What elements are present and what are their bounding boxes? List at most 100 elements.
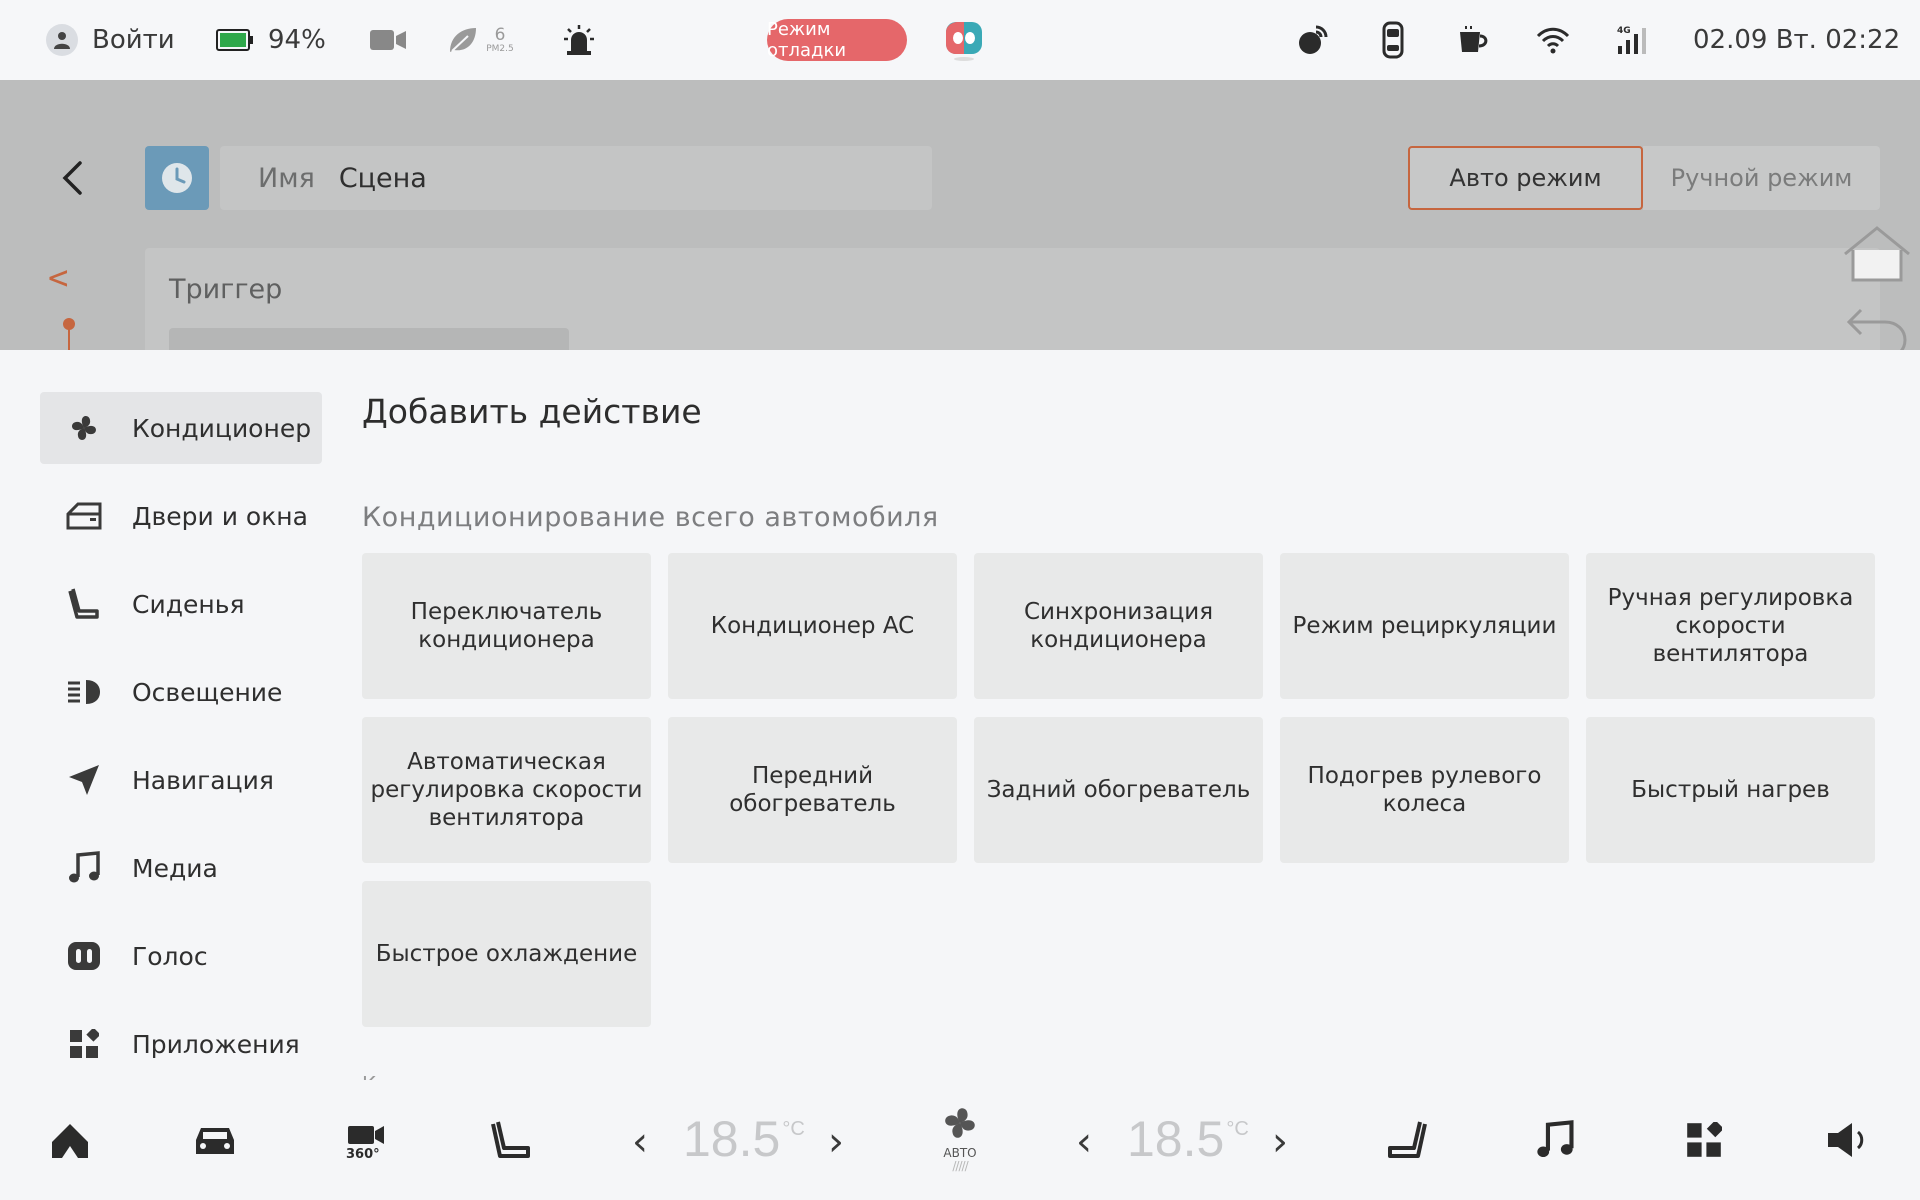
camera-360-icon: 360° <box>346 1126 384 1160</box>
dock-volume-button[interactable] <box>1816 1110 1880 1170</box>
fan-level-indicator: ///// <box>952 1159 968 1173</box>
category-sidebar: Кондиционер Двери и окна Сиденья Освещен… <box>40 392 322 1080</box>
dock-apps-button[interactable] <box>1672 1110 1736 1170</box>
dock-music-button[interactable] <box>1523 1110 1587 1170</box>
sidebar-item-label: Медиа <box>132 853 218 883</box>
trigger-selector[interactable] <box>169 328 569 350</box>
section-title: Кондиционирование всего автомобиля <box>362 502 939 533</box>
assistant-avatar-icon[interactable] <box>942 0 986 80</box>
sidebar-item-label: Сиденья <box>132 589 245 619</box>
collapse-arrow[interactable]: < <box>48 258 68 298</box>
sidebar-item-media[interactable]: Медиа <box>40 832 322 904</box>
status-bar: Войти 94% 6 PM2.5 Режим отладки 4G 02.09… <box>0 0 1920 80</box>
sidebar-item-voice[interactable]: Голос <box>40 920 322 992</box>
scene-name-value: Сцена <box>338 162 427 194</box>
svg-text:4G: 4G <box>1617 26 1631 36</box>
scene-name-label: Имя <box>258 162 315 194</box>
connected-device-icon[interactable] <box>1296 0 1330 80</box>
action-card-ac-switch[interactable]: Переключатель кондиционера <box>362 553 651 699</box>
home-float-button[interactable] <box>1840 222 1914 286</box>
seat-icon <box>66 586 102 622</box>
dashcam-icon[interactable] <box>370 0 406 80</box>
bottom-dock: 360° ‹ 18.5 °C › АВТО ///// ‹ 18.5 °C › <box>0 1080 1920 1200</box>
right-temp-decrease-button[interactable]: ‹ <box>1066 1110 1102 1174</box>
trigger-label: Триггер <box>169 274 283 305</box>
pm25-value: 6 <box>494 25 506 45</box>
sidebar-item-climate[interactable]: Кондиционер <box>40 392 322 464</box>
datetime-text: 02.09 Вт. 02:22 <box>1693 25 1901 55</box>
scene-clock-icon[interactable] <box>145 146 209 210</box>
action-card-manual-fan-speed[interactable]: Ручная регулировка скорости вентилятора <box>1586 553 1875 699</box>
coffee-icon[interactable] <box>1456 0 1490 80</box>
sidebar-item-doors-windows[interactable]: Двери и окна <box>40 480 322 552</box>
car-icon <box>196 1128 234 1154</box>
action-card-quick-heat[interactable]: Быстрый нагрев <box>1586 717 1875 863</box>
car-door-status-icon[interactable] <box>1378 0 1408 80</box>
manual-mode-tab[interactable]: Ручной режим <box>1643 146 1880 210</box>
apps-icon <box>1687 1122 1722 1157</box>
left-temp-unit: °C <box>782 1118 805 1140</box>
navigation-icon <box>66 762 102 798</box>
right-temp-value: 18.5 <box>1127 1111 1225 1167</box>
timeline-line <box>68 328 70 350</box>
passenger-seat-icon <box>1388 1121 1427 1158</box>
volume-icon <box>1828 1123 1864 1157</box>
fan-mode-label: АВТО <box>943 1146 977 1160</box>
action-card-steering-wheel-heat[interactable]: Подогрев рулевого колеса <box>1280 717 1569 863</box>
clock-datetime: 02.09 Вт. 02:22 <box>1693 0 1900 80</box>
dock-driver-seat-button[interactable] <box>480 1110 544 1170</box>
apps-icon <box>66 1026 102 1062</box>
trigger-card[interactable]: Триггер <box>145 248 1880 350</box>
chevron-left-icon <box>62 161 82 195</box>
battery-status: 94% <box>216 0 326 80</box>
action-card-rear-defroster[interactable]: Задний обогреватель <box>974 717 1263 863</box>
panel-title: Добавить действие <box>362 392 702 431</box>
action-card-ac-sync[interactable]: Синхронизация кондиционера <box>974 553 1263 699</box>
login-button[interactable]: Войти <box>46 0 175 80</box>
pm25-readout: 6 PM2.5 <box>485 26 515 54</box>
left-temp-value: 18.5 <box>683 1111 781 1167</box>
action-card-auto-fan-speed[interactable]: Автоматическая регулировка скорости вент… <box>362 717 651 863</box>
battery-icon <box>216 29 254 51</box>
svg-text:360°: 360° <box>346 1147 380 1160</box>
right-temperature[interactable]: 18.5 °C <box>1127 1110 1249 1174</box>
seat-icon <box>491 1121 530 1158</box>
left-temperature[interactable]: 18.5 °C <box>683 1110 805 1174</box>
music-icon <box>1537 1120 1574 1158</box>
next-section-title-peek: К <box>362 1072 382 1080</box>
sidebar-item-label: Приложения <box>132 1029 300 1059</box>
dock-passenger-seat-button[interactable] <box>1374 1110 1438 1170</box>
right-temp-unit: °C <box>1226 1118 1249 1140</box>
action-card-front-defroster[interactable]: Передний обогреватель <box>668 717 957 863</box>
battery-percent: 94% <box>268 25 326 55</box>
left-temp-increase-button[interactable]: › <box>818 1110 854 1174</box>
login-label: Войти <box>92 25 175 55</box>
action-card-quick-cool[interactable]: Быстрое охлаждение <box>362 881 651 1027</box>
auto-mode-tab[interactable]: Авто режим <box>1408 146 1643 210</box>
map-home-icon <box>52 1124 88 1158</box>
headlight-icon <box>66 674 102 710</box>
scene-name-field[interactable]: Имя Сцена <box>220 146 932 210</box>
action-card-ac[interactable]: Кондиционер AC <box>668 553 957 699</box>
debug-mode-badge[interactable]: Режим отладки <box>767 19 907 61</box>
dock-360-camera-button[interactable]: 360° <box>334 1110 398 1170</box>
cellular-signal-icon[interactable]: 4G <box>1616 0 1650 80</box>
alarm-icon[interactable] <box>562 0 596 80</box>
voice-icon <box>66 938 102 974</box>
back-button[interactable] <box>50 150 94 206</box>
dock-car-button[interactable] <box>183 1110 247 1170</box>
sidebar-item-navigation[interactable]: Навигация <box>40 744 322 816</box>
sidebar-item-lighting[interactable]: Освещение <box>40 656 322 728</box>
sidebar-item-apps[interactable]: Приложения <box>40 1008 322 1080</box>
left-temp-decrease-button[interactable]: ‹ <box>622 1110 658 1174</box>
dock-home-button[interactable] <box>38 1110 102 1170</box>
sidebar-item-label: Голос <box>132 941 208 971</box>
sidebar-item-seats[interactable]: Сиденья <box>40 568 322 640</box>
wifi-icon[interactable] <box>1536 0 1570 80</box>
add-action-sheet: Кондиционер Двери и окна Сиденья Освещен… <box>0 350 1920 1080</box>
sidebar-item-label: Двери и окна <box>132 501 308 531</box>
right-temp-increase-button[interactable]: › <box>1262 1110 1298 1174</box>
action-card-recirculation[interactable]: Режим рециркуляции <box>1280 553 1569 699</box>
fan-icon <box>945 1108 975 1138</box>
fan-auto-button[interactable]: АВТО ///// <box>928 1102 992 1182</box>
